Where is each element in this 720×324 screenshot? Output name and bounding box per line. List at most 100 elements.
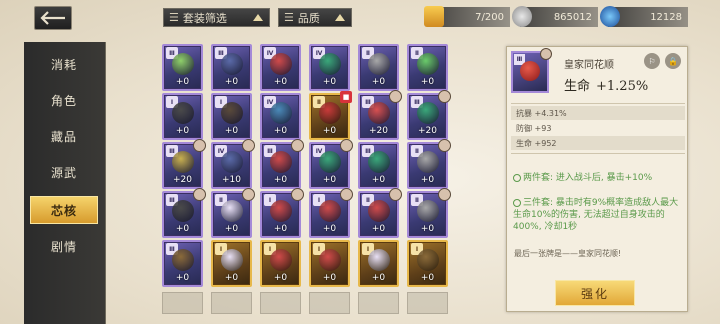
- level-label: +0: [273, 175, 288, 185]
- equipped-avatar: [291, 139, 304, 152]
- stamina-icon: [424, 6, 444, 27]
- level-label: +0: [371, 175, 386, 185]
- core-card[interactable]: Ⅲ +0: [162, 188, 206, 238]
- core-card[interactable]: Ⅱ +0: [407, 188, 451, 238]
- sidebar-item-collections[interactable]: 藏品: [30, 122, 98, 150]
- substat-row: 生命 +952: [511, 136, 685, 150]
- sidebar-item-label: 源武: [50, 165, 77, 180]
- sidebar-item-label: 芯核: [50, 203, 77, 218]
- stamina-counter: 7/200: [424, 6, 510, 27]
- core-card[interactable]: Ⅱ +0: [407, 139, 451, 189]
- core-card[interactable]: Ⅲ +0: [162, 44, 203, 91]
- core-card[interactable]: Ⅳ +10: [211, 139, 255, 189]
- core-art-icon: [270, 151, 292, 173]
- equipped-avatar: [389, 90, 402, 103]
- core-card[interactable]: Ⅳ +0: [309, 44, 350, 91]
- gem-counter: 12128: [600, 6, 688, 27]
- empty-slot: [211, 292, 252, 314]
- core-art-icon: [172, 249, 194, 271]
- core-art-icon: [319, 249, 341, 271]
- core-card[interactable]: Ⅰ +0: [162, 93, 203, 140]
- core-art-icon: [270, 249, 292, 271]
- core-card[interactable]: Ⅲ +20: [407, 90, 451, 140]
- arrow-left-icon: [40, 11, 65, 25]
- core-card[interactable]: Ⅰ +0: [407, 240, 448, 287]
- set-bonus-2: 两件套: 进入战斗后, 暴击+10%: [513, 172, 683, 184]
- quality-filter-label: 品质: [297, 11, 320, 25]
- stamina-value: 7/200: [475, 11, 504, 23]
- lock-icon[interactable]: 🔒: [665, 53, 681, 69]
- core-card[interactable]: Ⅰ +0: [309, 240, 350, 287]
- core-card[interactable]: Ⅳ +0: [309, 139, 353, 189]
- selected-core-thumbnail: Ⅲ: [511, 48, 552, 93]
- core-art-icon: [172, 200, 194, 222]
- sidebar-item-story[interactable]: 剧情: [30, 232, 98, 260]
- equip-icon[interactable]: ⚐: [644, 53, 660, 69]
- core-card[interactable]: Ⅳ +0: [260, 93, 301, 140]
- core-card[interactable]: Ⅲ +0: [260, 139, 304, 189]
- equipped-avatar: [291, 188, 304, 201]
- core-card[interactable]: Ⅲ +20: [358, 90, 402, 140]
- list-icon: ☰: [169, 11, 179, 24]
- core-card[interactable]: Ⅲ +0: [211, 44, 252, 91]
- set-filter-dropdown[interactable]: ☰ 套装筛选: [163, 8, 270, 27]
- back-button[interactable]: [34, 6, 72, 30]
- core-card[interactable]: Ⅲ +20: [162, 139, 206, 189]
- substat-row: 抗暴 +4.31%: [511, 106, 685, 120]
- core-card[interactable]: Ⅱ +0: [211, 188, 255, 238]
- level-label: +0: [224, 273, 239, 283]
- level-label: +20: [418, 126, 437, 136]
- equipped-avatar: [193, 139, 206, 152]
- category-sidebar: 消耗 角色 藏品 源武 芯核 剧情: [24, 42, 106, 324]
- quality-filter-dropdown[interactable]: ☰ 品质: [278, 8, 352, 27]
- core-art-icon: [417, 102, 439, 124]
- main-stat: 生命 +1.25%: [564, 75, 648, 94]
- flavor-text: 最后一张牌是——皇家同花顺!: [514, 249, 622, 258]
- core-card[interactable]: Ⅰ +0: [211, 93, 252, 140]
- gem-value: 12128: [650, 11, 682, 23]
- level-label: +0: [273, 273, 288, 283]
- core-art-icon: [270, 200, 292, 222]
- level-label: +20: [173, 175, 192, 185]
- sidebar-item-label: 剧情: [50, 239, 77, 254]
- core-card[interactable]: Ⅰ +0: [309, 188, 353, 238]
- core-card[interactable]: Ⅳ +0: [260, 44, 301, 91]
- level-label: +10: [222, 175, 241, 185]
- core-card[interactable]: Ⅰ +0: [211, 240, 252, 287]
- sidebar-item-weapons[interactable]: 源武: [30, 158, 98, 186]
- core-card[interactable]: Ⅰ +0: [260, 188, 304, 238]
- core-card[interactable]: Ⅰ +0: [358, 240, 399, 287]
- level-label: +0: [371, 273, 386, 283]
- core-card[interactable]: Ⅱ +0: [358, 44, 399, 91]
- level-label: +0: [224, 224, 239, 234]
- core-art-icon: [417, 53, 439, 75]
- level-label: +0: [420, 175, 435, 185]
- level-label: +0: [371, 224, 386, 234]
- sidebar-item-cores[interactable]: 芯核: [30, 196, 98, 224]
- equipped-avatar: [242, 139, 255, 152]
- core-card[interactable]: Ⅱ +0 ■: [309, 91, 352, 140]
- equipped-avatar: [438, 90, 451, 103]
- level-label: +0: [273, 77, 288, 87]
- core-card[interactable]: Ⅰ +0: [260, 240, 301, 287]
- core-card[interactable]: Ⅱ +0: [358, 188, 402, 238]
- core-art-icon: [417, 200, 439, 222]
- level-label: +0: [175, 224, 190, 234]
- gem-icon: [600, 6, 620, 27]
- core-card[interactable]: Ⅲ +0: [358, 142, 399, 189]
- core-art-icon: [319, 151, 341, 173]
- upgrade-button[interactable]: 强化: [555, 280, 635, 306]
- core-card[interactable]: Ⅲ +0: [162, 240, 203, 287]
- sidebar-item-characters[interactable]: 角色: [30, 86, 98, 114]
- core-art-icon: [172, 151, 194, 173]
- equipped-avatar: [438, 188, 451, 201]
- lock-icon: ■: [340, 91, 352, 103]
- level-label: +0: [175, 273, 190, 283]
- core-art-icon: [368, 249, 390, 271]
- level-label: +0: [420, 273, 435, 283]
- level-label: +0: [175, 77, 190, 87]
- core-card[interactable]: Ⅱ +0: [407, 44, 448, 91]
- sidebar-item-consumables[interactable]: 消耗: [30, 50, 98, 78]
- sidebar-item-label: 藏品: [50, 129, 77, 144]
- core-art-icon: [319, 53, 341, 75]
